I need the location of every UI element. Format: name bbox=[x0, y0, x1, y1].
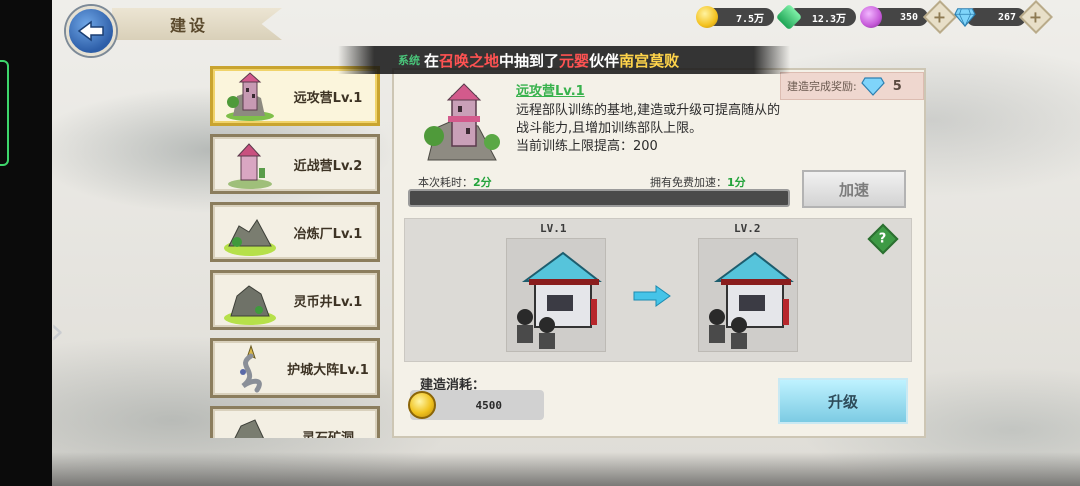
building-item-melee-camp[interactable]: 近战营Lv.2 bbox=[210, 134, 380, 194]
next-level-preview bbox=[698, 238, 798, 352]
gold-value: 7.5万 bbox=[735, 13, 764, 25]
broadcast-text: 中抽到了 bbox=[499, 51, 560, 70]
training-limit: 当前训练上限提高：200 bbox=[516, 139, 658, 154]
chevron-right-icon[interactable]: › bbox=[50, 310, 76, 354]
purple-swirl-icon bbox=[860, 6, 882, 28]
broadcast-banner: 系统 在 召唤之地 中抽到了 元婴 伙伴 南宫莫败 bbox=[338, 46, 790, 74]
build-progress-bar bbox=[408, 189, 790, 207]
time-label: 本次耗时： bbox=[418, 176, 473, 189]
building-label: 护城大阵Lv.1 bbox=[287, 362, 369, 378]
guardian-array-icon bbox=[221, 342, 279, 394]
building-list[interactable]: 远攻营Lv.1 近战营Lv.2 冶炼厂Lv.1 灵币井Lv.1 护城大阵Lv.1… bbox=[208, 64, 384, 438]
arrow-right-icon bbox=[633, 285, 671, 307]
gold-coin-icon bbox=[408, 391, 436, 419]
diamond-icon bbox=[860, 77, 885, 96]
building-label: 近战营Lv.2 bbox=[293, 158, 363, 174]
next-level-label: LV.2 bbox=[734, 222, 761, 235]
tower-building-icon bbox=[221, 70, 279, 122]
time-cost: 本次耗时：2分 bbox=[418, 174, 492, 190]
back-button[interactable] bbox=[66, 6, 116, 56]
tower-building-icon bbox=[424, 83, 500, 161]
archer-camp-icon bbox=[517, 251, 602, 349]
upgrade-button[interactable]: 升级 bbox=[778, 378, 908, 424]
current-level-label: LV.1 bbox=[540, 222, 567, 235]
building-description: 远程部队训练的基地,建造或升级可提高随从的战斗能力,且增加训练部队上限。 当前训… bbox=[516, 102, 790, 156]
current-level-preview bbox=[506, 238, 606, 352]
jade-value: 12.3万 bbox=[811, 13, 846, 25]
page-title: 建设 bbox=[112, 8, 282, 40]
building-label: 冶炼厂Lv.1 bbox=[293, 226, 363, 242]
building-label: 灵石矿洞 bbox=[301, 430, 354, 439]
building-label: 远攻营Lv.1 bbox=[293, 90, 363, 106]
device-side-button bbox=[0, 60, 9, 166]
building-item-mine[interactable]: 灵石矿洞 bbox=[210, 406, 380, 438]
mine-icon bbox=[221, 410, 279, 438]
broadcast-partner: 南宫莫败 bbox=[619, 51, 680, 70]
building-item-ranged-camp[interactable]: 远攻营Lv.1 bbox=[210, 66, 380, 126]
reward-label: 建造完成奖励: bbox=[787, 80, 857, 93]
diamond-value: 267 bbox=[997, 11, 1016, 23]
archer-camp-icon bbox=[709, 251, 794, 349]
camp-building-icon bbox=[221, 138, 279, 190]
bottom-shade bbox=[52, 452, 1080, 486]
broadcast-text: 伙伴 bbox=[589, 51, 620, 70]
free-label: 拥有免费加速： bbox=[650, 176, 727, 189]
free-speedup: 拥有免费加速：1分 bbox=[650, 174, 746, 190]
broadcast-rarity: 元婴 bbox=[559, 51, 590, 70]
smelter-rock-icon bbox=[221, 206, 279, 258]
gold-coin-icon bbox=[696, 6, 718, 28]
back-arrow-icon bbox=[77, 20, 104, 42]
building-name: 远攻营Lv.1 bbox=[516, 84, 585, 99]
building-item-guardian-array[interactable]: 护城大阵Lv.1 bbox=[210, 338, 380, 398]
reward-value: 5 bbox=[892, 78, 902, 94]
description-text: 远程部队训练的基地,建造或升级可提高随从的战斗能力,且增加训练部队上限。 bbox=[516, 103, 781, 136]
free-value: 1分 bbox=[727, 176, 746, 189]
coin-well-rock-icon bbox=[221, 274, 279, 326]
device-bezel bbox=[0, 0, 52, 486]
cost-value: 4500 bbox=[475, 398, 503, 412]
building-item-coin-well[interactable]: 灵币井Lv.1 bbox=[210, 270, 380, 330]
speed-up-button[interactable]: 加速 bbox=[802, 170, 906, 208]
broadcast-place: 召唤之地 bbox=[439, 51, 500, 70]
broadcast-tag: 系统 bbox=[398, 54, 420, 67]
completion-reward: 建造完成奖励: 5 bbox=[780, 72, 924, 100]
building-item-smelter[interactable]: 冶炼厂Lv.1 bbox=[210, 202, 380, 262]
time-value: 2分 bbox=[473, 176, 492, 189]
spirit-value: 350 bbox=[899, 11, 918, 23]
building-label: 灵币井Lv.1 bbox=[293, 294, 363, 310]
selected-building-image bbox=[418, 78, 508, 166]
diamond-icon bbox=[954, 8, 976, 28]
broadcast-text: 在 bbox=[424, 51, 440, 70]
